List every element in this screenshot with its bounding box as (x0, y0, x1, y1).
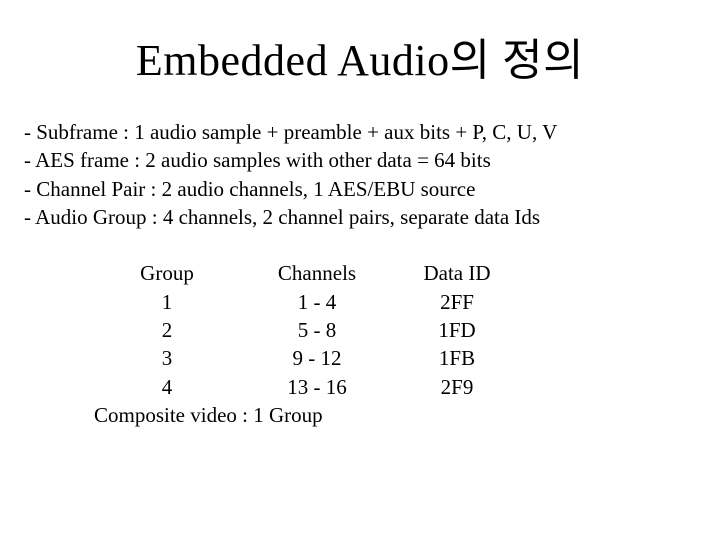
cell-group: 2 (92, 316, 242, 344)
table-header-row: Group Channels Data ID (92, 259, 522, 287)
cell-group: 1 (92, 288, 242, 316)
col-header-channels: Channels (242, 259, 392, 287)
col-header-dataid: Data ID (392, 259, 522, 287)
bullet-item: - AES frame : 2 audio samples with other… (24, 146, 698, 174)
bullet-list: - Subframe : 1 audio sample + preamble +… (24, 118, 698, 231)
slide: Embedded Audio의 정의 - Subframe : 1 audio … (0, 0, 720, 540)
cell-dataid: 1FD (392, 316, 522, 344)
group-table: Group Channels Data ID 1 1 - 4 2FF 2 5 -… (92, 259, 698, 429)
col-header-group: Group (92, 259, 242, 287)
cell-channels: 5 - 8 (242, 316, 392, 344)
footer-note: Composite video : 1 Group (94, 401, 698, 429)
cell-dataid: 1FB (392, 344, 522, 372)
cell-group: 3 (92, 344, 242, 372)
cell-channels: 1 - 4 (242, 288, 392, 316)
bullet-item: - Subframe : 1 audio sample + preamble +… (24, 118, 698, 146)
bullet-item: - Channel Pair : 2 audio channels, 1 AES… (24, 175, 698, 203)
table-row: 4 13 - 16 2F9 (92, 373, 522, 401)
table-row: 3 9 - 12 1FB (92, 344, 522, 372)
cell-channels: 9 - 12 (242, 344, 392, 372)
cell-channels: 13 - 16 (242, 373, 392, 401)
bullet-item: - Audio Group : 4 channels, 2 channel pa… (24, 203, 698, 231)
cell-dataid: 2F9 (392, 373, 522, 401)
slide-title: Embedded Audio의 정의 (22, 24, 698, 88)
group-table-inner: Group Channels Data ID 1 1 - 4 2FF 2 5 -… (92, 259, 522, 401)
table-row: 1 1 - 4 2FF (92, 288, 522, 316)
cell-dataid: 2FF (392, 288, 522, 316)
cell-group: 4 (92, 373, 242, 401)
table-row: 2 5 - 8 1FD (92, 316, 522, 344)
